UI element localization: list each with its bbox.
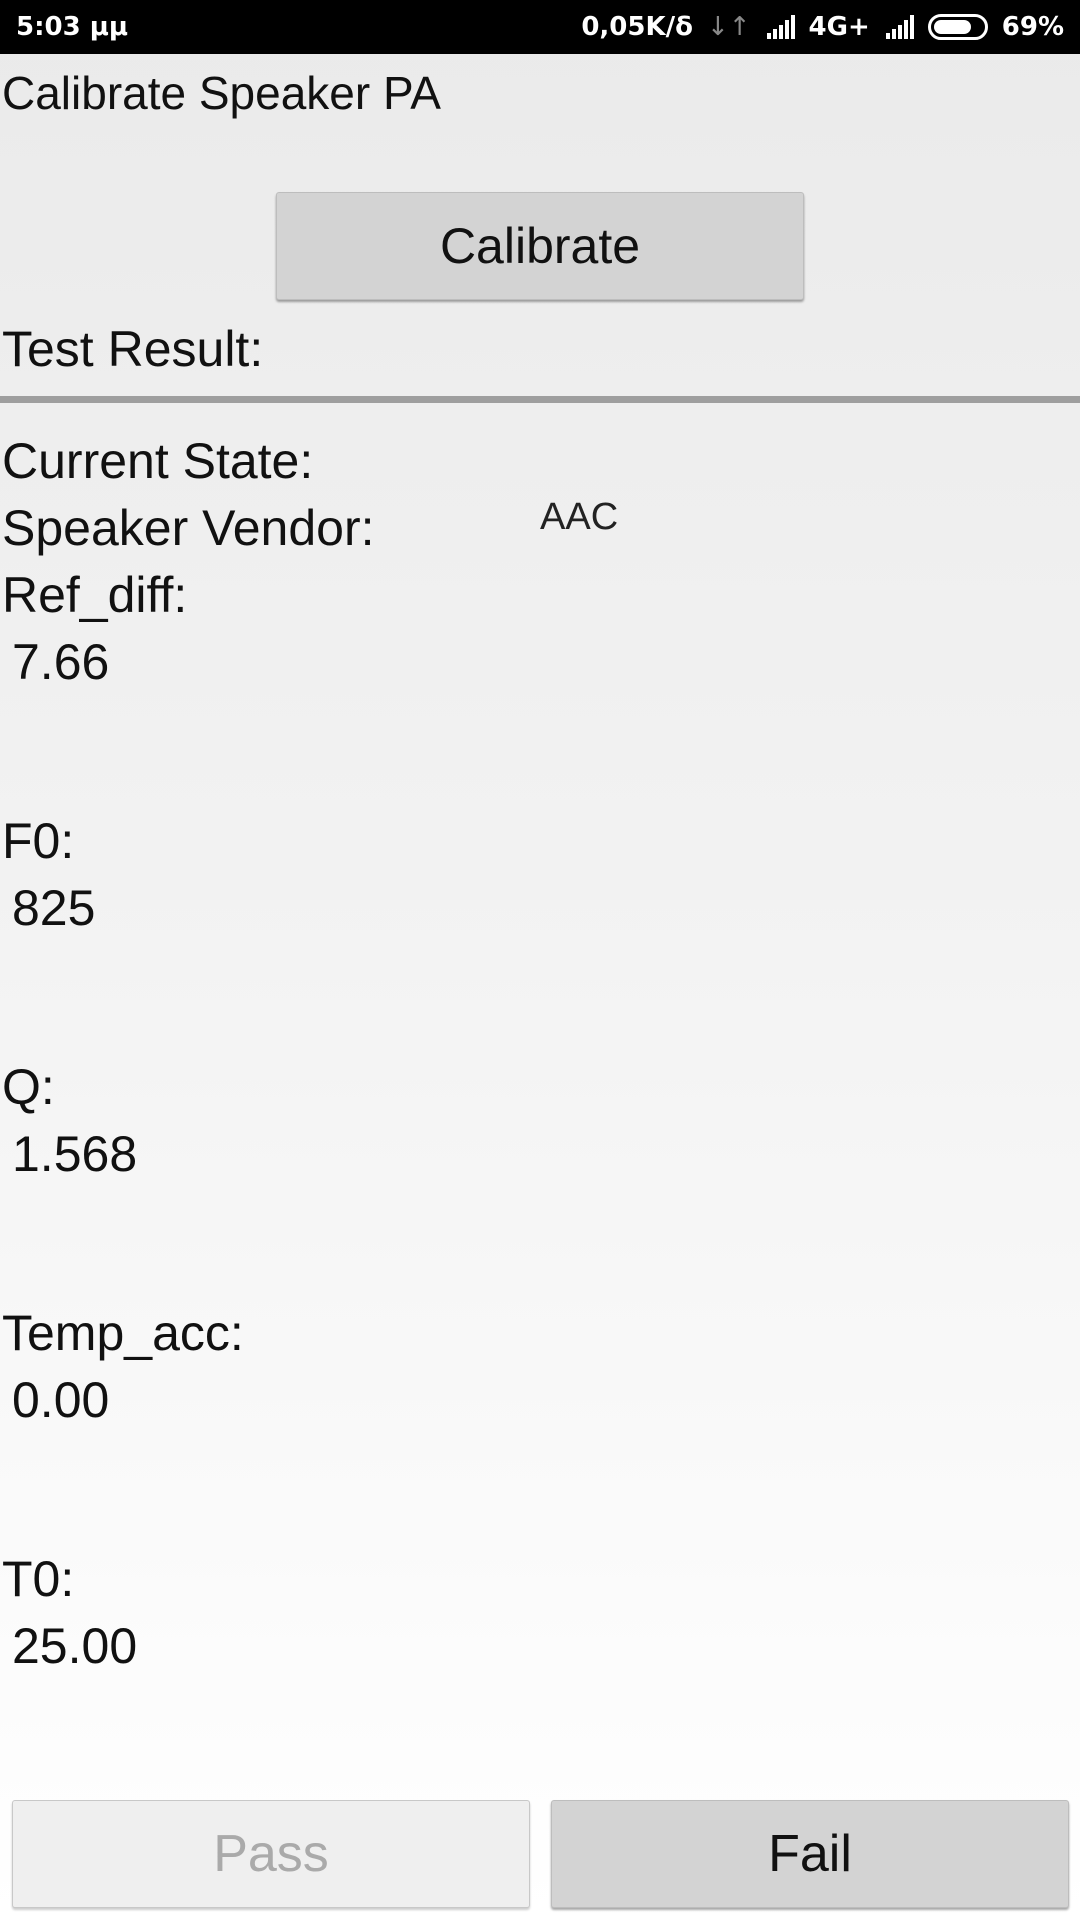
f0-value: 825 xyxy=(12,880,96,936)
q-label: Q: xyxy=(2,1059,55,1115)
f0-label: F0: xyxy=(2,813,75,869)
status-right-group: 0,05K/δ ↓↑ 4G+ 69% xyxy=(567,12,1064,42)
net-speed: 0,05K/δ xyxy=(581,12,693,42)
divider xyxy=(0,396,1080,403)
q-value: 1.568 xyxy=(12,1126,138,1182)
ref-diff-value: 7.66 xyxy=(12,634,110,690)
page-title: Calibrate Speaker PA xyxy=(2,67,441,119)
speaker-vendor-value: AAC xyxy=(540,496,619,538)
battery-icon xyxy=(927,14,988,40)
data-activity-icon: ↓↑ xyxy=(706,12,751,42)
temp-acc-value: 0.00 xyxy=(12,1372,110,1428)
pass-button[interactable]: Pass xyxy=(12,1800,530,1908)
signal-icon-2 xyxy=(884,15,914,39)
calibrate-button[interactable]: Calibrate xyxy=(276,192,804,300)
speaker-vendor-label: Speaker Vendor: xyxy=(2,500,375,556)
ref-diff-label: Ref_diff: xyxy=(2,567,188,623)
status-bar: 5:03 μμ 0,05K/δ ↓↑ 4G+ 69% xyxy=(0,0,1080,54)
signal-icon xyxy=(765,15,795,39)
battery-percent: 69% xyxy=(1001,12,1064,42)
fail-button[interactable]: Fail xyxy=(551,1800,1069,1908)
status-time: 5:03 μμ xyxy=(16,12,128,42)
network-type: 4G+ xyxy=(808,12,870,42)
current-state-label: Current State: xyxy=(2,433,314,489)
t0-label: T0: xyxy=(2,1551,75,1607)
temp-acc-label: Temp_acc: xyxy=(2,1305,244,1361)
t0-value: 25.00 xyxy=(12,1618,138,1674)
test-result-label: Test Result: xyxy=(2,321,264,377)
